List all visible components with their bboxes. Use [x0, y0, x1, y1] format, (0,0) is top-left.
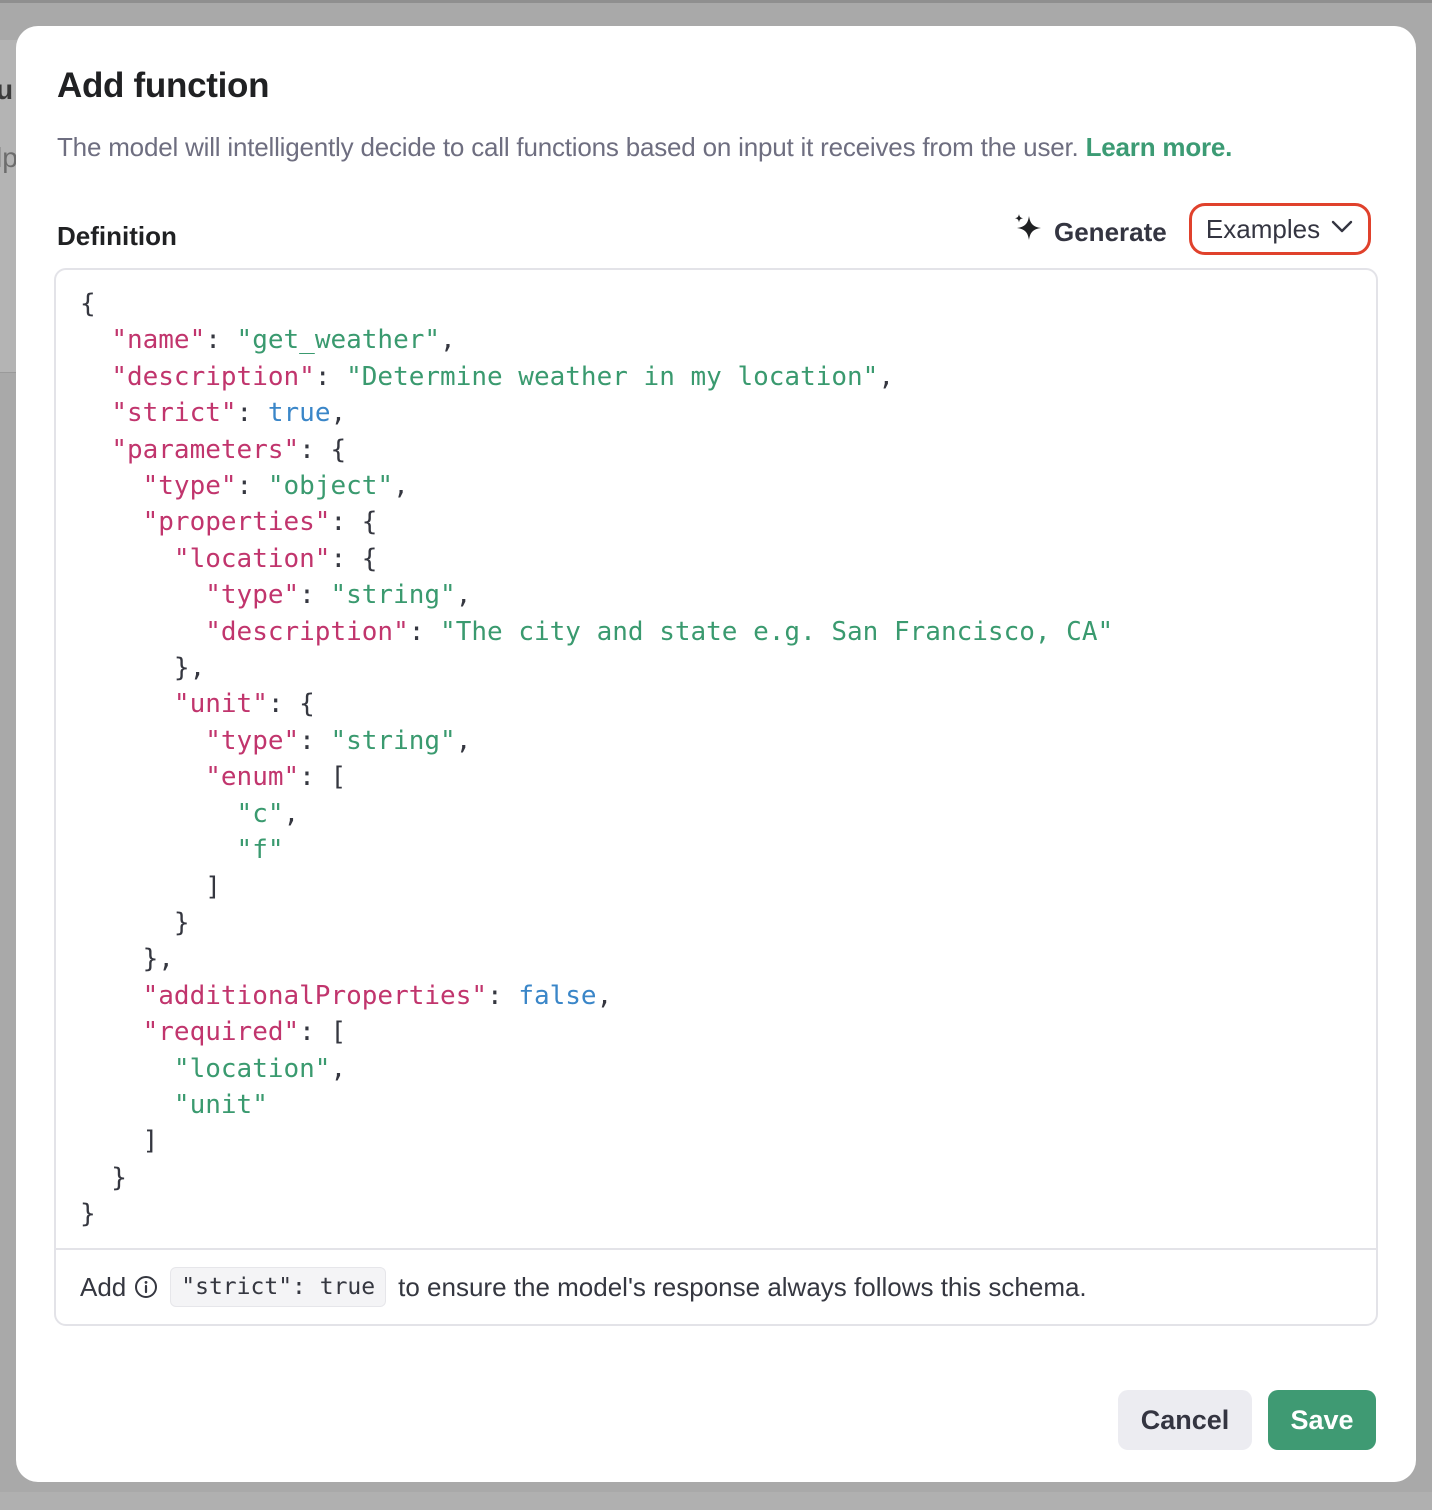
modal-description: The model will intelligently decide to c…: [57, 132, 1232, 163]
sparkle-icon: [1012, 212, 1046, 253]
background-top-bar: [0, 0, 1432, 3]
definition-code[interactable]: { "name": "get_weather", "description": …: [80, 286, 1113, 1233]
definition-editor[interactable]: { "name": "get_weather", "description": …: [54, 268, 1378, 1326]
info-icon[interactable]: [134, 1275, 158, 1299]
strict-hint: Add "strict": true to ensure the model's…: [56, 1248, 1376, 1324]
generate-button[interactable]: Generate: [1012, 212, 1167, 252]
save-button[interactable]: Save: [1268, 1390, 1376, 1450]
chevron-down-icon: [1330, 214, 1354, 245]
description-text: The model will intelligently decide to c…: [57, 132, 1079, 162]
strict-code-snippet: "strict": true: [170, 1267, 387, 1307]
examples-label: Examples: [1205, 213, 1321, 244]
cancel-button[interactable]: Cancel: [1118, 1390, 1252, 1450]
add-function-modal: Add function The model will intelligentl…: [16, 26, 1416, 1482]
examples-dropdown[interactable]: Examples: [1189, 203, 1371, 255]
hint-suffix: to ensure the model's response always fo…: [398, 1271, 1087, 1302]
background-bottom-bar: [0, 1492, 1432, 1510]
generate-label: Generate: [1054, 216, 1167, 247]
definition-label: Definition: [57, 221, 177, 251]
hint-prefix: Add: [80, 1271, 127, 1302]
background-text: u: [0, 74, 14, 105]
learn-more-link[interactable]: Learn more.: [1086, 132, 1233, 162]
modal-title: Add function: [57, 66, 270, 105]
